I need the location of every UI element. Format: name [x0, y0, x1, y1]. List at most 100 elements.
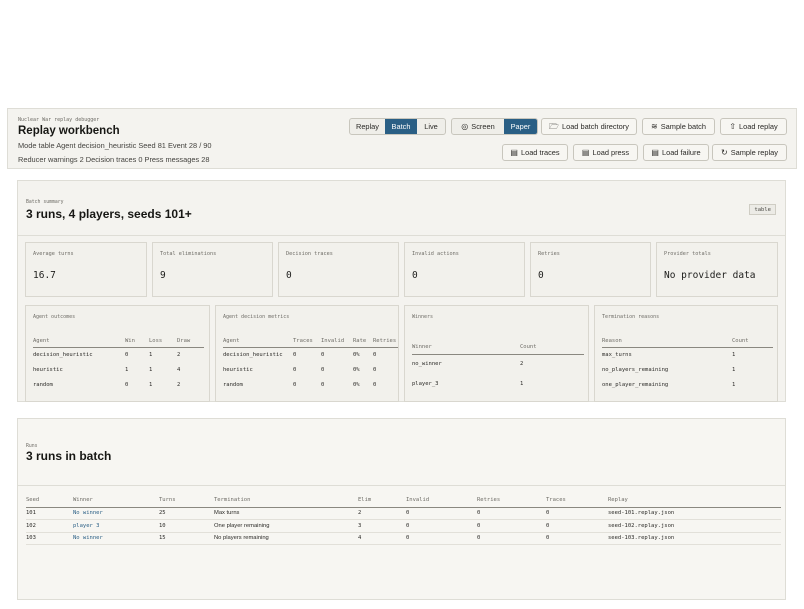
count-cell: 1	[520, 381, 524, 387]
agent-cell: heuristic	[33, 366, 63, 373]
seed-cell: 101	[26, 507, 73, 520]
retries-cell: 0	[477, 519, 546, 533]
stat-label: Average turns	[33, 251, 74, 257]
upload-icon: ⇧	[729, 121, 737, 131]
count-cell: 2	[520, 361, 524, 368]
column-header: Retries	[373, 336, 398, 348]
table-row: no_winner 2	[412, 354, 584, 374]
column-header: Elim	[358, 494, 406, 508]
rate-cell: 0%	[353, 381, 360, 388]
column-header: Winner	[412, 340, 520, 355]
load-press-button[interactable]: ▤ Load press	[573, 144, 638, 161]
invalid-cell: 0	[321, 351, 325, 358]
tab-screen[interactable]: ◎ Screen	[452, 119, 504, 134]
count-cell: 1	[732, 351, 736, 358]
reason-cell: no_players_remaining	[602, 366, 669, 373]
agent-decision-metrics-card: Agent decision metrics Agent Traces Inva…	[215, 305, 399, 402]
table-row[interactable]: 103 No winner 15 No players remaining 4 …	[26, 532, 781, 545]
card-label: Termination reasons	[602, 314, 660, 320]
column-header: Invalid	[321, 336, 353, 348]
layers-icon: ≋	[651, 121, 658, 131]
stat-label: Retries	[538, 251, 560, 257]
agent-outcomes-card: Agent outcomes Agent Win Loss Draw decis…	[25, 305, 210, 402]
table-row[interactable]: 101 No winner 25 Max turns 2 0 0 0 seed-…	[26, 507, 781, 520]
column-header: Agent	[223, 336, 293, 348]
column-header: Win	[125, 336, 149, 348]
winner-cell: player_3	[412, 381, 439, 387]
rate-cell: 0%	[353, 366, 360, 373]
table-row: heuristic 0 0 0% 0	[223, 362, 398, 377]
loss-cell: 1	[149, 381, 153, 388]
traces-cell: 0	[293, 381, 297, 388]
winner-cell: no_winner	[412, 361, 442, 368]
load-replay-button[interactable]: ⇧ Load replay	[720, 118, 787, 135]
reason-cell: max_turns	[602, 351, 632, 358]
card-label: Winners	[412, 314, 434, 320]
sample-replay-button[interactable]: ↻ Sample replay	[712, 144, 787, 161]
column-header: Replay	[608, 494, 781, 508]
column-header: Winner	[73, 494, 159, 508]
load-traces-button[interactable]: ▤ Load traces	[502, 144, 568, 161]
replay-file-cell: seed-101.replay.json	[608, 507, 781, 520]
summary-divider	[18, 235, 785, 236]
stat-label: Decision traces	[286, 251, 333, 257]
termination-table: Reason Count max_turns 1 no_players_rema…	[602, 336, 773, 392]
win-cell: 1	[125, 366, 129, 373]
column-header: Loss	[149, 336, 177, 348]
traces-cell: 0	[293, 351, 297, 358]
load-failure-label: Load failure	[661, 148, 701, 157]
retries-cell: 0	[373, 381, 377, 388]
termination-reasons-card: Termination reasons Reason Count max_tur…	[594, 305, 778, 402]
turns-cell: 15	[159, 532, 214, 545]
load-replay-label: Load replay	[739, 122, 778, 131]
draw-cell: 2	[177, 351, 181, 358]
column-header: Reason	[602, 336, 732, 348]
invalid-cell: 0	[406, 532, 477, 545]
winners-card: Winners Winner Count no_winner 2 player_…	[404, 305, 589, 402]
tab-replay[interactable]: Replay	[350, 119, 385, 134]
reason-cell: one_player_remaining	[602, 381, 669, 388]
load-traces-label: Load traces	[520, 148, 560, 157]
tab-live[interactable]: Live	[417, 119, 445, 134]
refresh-icon: ↻	[721, 147, 728, 157]
agent-cell: random	[223, 381, 243, 388]
retries-cell: 0	[373, 351, 377, 358]
column-header: Count	[520, 340, 584, 355]
stat-decision-traces: Decision traces 0	[278, 242, 399, 297]
summary-title: 3 runs, 4 players, seeds 101+	[26, 207, 192, 221]
mode-tabs: Replay Batch Live	[349, 118, 446, 135]
view-type-badge: table	[749, 204, 776, 215]
stat-value: 0	[538, 270, 544, 281]
elim-cell: 4	[358, 532, 406, 545]
elim-cell: 2	[358, 507, 406, 520]
page-title: Replay workbench	[18, 125, 120, 137]
seed-cell: 102	[26, 519, 73, 533]
tab-batch[interactable]: Batch	[385, 119, 417, 134]
table-row[interactable]: 102 player 3 10 One player remaining 3 0…	[26, 519, 781, 533]
retries-cell: 0	[477, 507, 546, 520]
agent-metrics-table: Agent Traces Invalid Rate Retries decisi…	[223, 336, 398, 392]
traces-cell: 0	[546, 532, 608, 545]
draw-cell: 4	[177, 366, 181, 373]
replay-file-cell: seed-103.replay.json	[608, 532, 781, 545]
load-batch-directory-label: Load batch directory	[561, 122, 629, 131]
tab-paper[interactable]: Paper	[504, 119, 537, 134]
tab-screen-label: Screen	[471, 122, 495, 131]
sample-replay-label: Sample replay	[730, 148, 778, 157]
count-cell: 1	[732, 381, 736, 388]
load-failure-button[interactable]: ▤ Load failure	[643, 144, 709, 161]
card-label: Agent outcomes	[33, 314, 76, 320]
winners-table: Winner Count no_winner 2 player_3 1	[412, 340, 584, 394]
win-cell: 0	[125, 351, 129, 358]
table-row: random 0 1 2	[33, 377, 204, 392]
column-header: Count	[732, 336, 773, 348]
sample-batch-button[interactable]: ≋ Sample batch	[642, 118, 715, 135]
load-batch-directory-button[interactable]: 🗁 Load batch directory	[541, 118, 637, 135]
stat-label: Total eliminations	[160, 251, 217, 257]
stat-average-turns: Average turns 16.7	[25, 242, 147, 297]
table-row: decision_heuristic 0 1 2	[33, 347, 204, 362]
turns-cell: 25	[159, 507, 214, 520]
traces-cell: 0	[546, 507, 608, 520]
column-header: Turns	[159, 494, 214, 508]
agent-cell: decision_heuristic	[33, 351, 93, 358]
